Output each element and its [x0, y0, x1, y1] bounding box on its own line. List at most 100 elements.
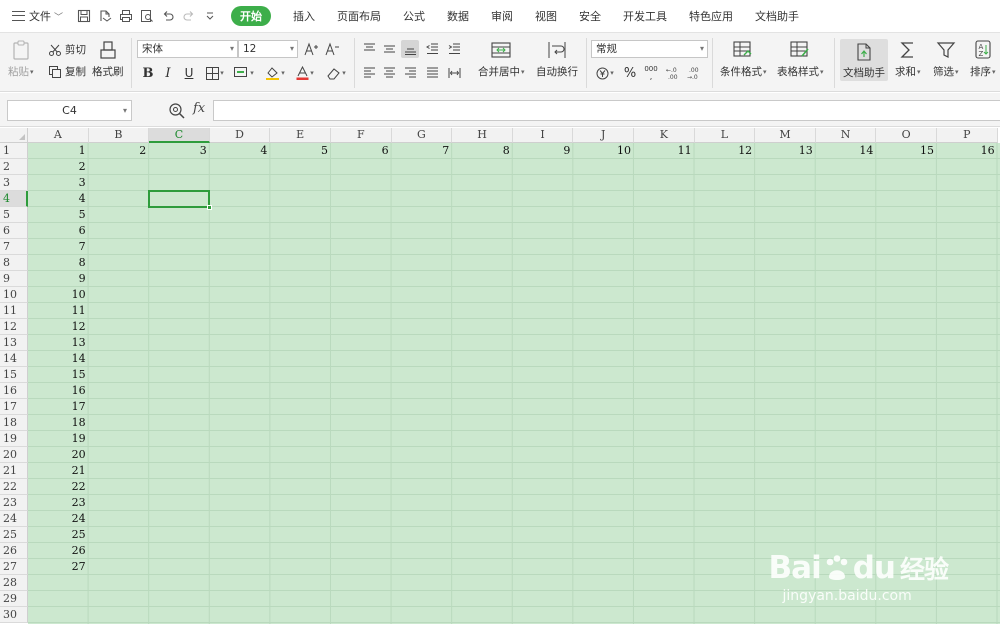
thousands-separator-button[interactable]: 000,	[642, 64, 660, 82]
cell-a8[interactable]: 8	[28, 255, 89, 271]
column-header-l[interactable]: L	[694, 128, 756, 143]
align-bottom-icon[interactable]	[401, 40, 419, 58]
merge-center-button[interactable]: 合并居中 ▾	[478, 39, 525, 79]
cell-k1[interactable]: 11	[634, 143, 695, 159]
font-size-select[interactable]: 12 ▾	[238, 40, 298, 58]
row-header-4[interactable]: 4	[0, 191, 28, 207]
cell-m1[interactable]: 13	[755, 143, 816, 159]
row-header-16[interactable]: 16	[0, 383, 28, 399]
justify-icon[interactable]	[423, 64, 441, 82]
row-header-2[interactable]: 2	[0, 159, 28, 175]
redo-icon[interactable]	[178, 5, 199, 27]
sum-button[interactable]: 求和 ▾	[895, 39, 921, 79]
column-header-f[interactable]: F	[331, 128, 392, 143]
currency-button[interactable]: ▾	[593, 64, 617, 82]
tab-doc-assistant[interactable]: 文档助手	[744, 0, 810, 32]
column-header-m[interactable]: M	[755, 128, 816, 143]
decrease-font-size-button[interactable]	[323, 40, 341, 58]
undo-icon[interactable]	[157, 5, 178, 27]
cell-a1[interactable]: 1	[28, 143, 89, 159]
cell-p1[interactable]: 16	[937, 143, 998, 159]
align-center-icon[interactable]	[380, 64, 398, 82]
row-header-3[interactable]: 3	[0, 175, 28, 191]
tab-page-layout[interactable]: 页面布局	[326, 0, 392, 32]
cell-a24[interactable]: 24	[28, 511, 89, 527]
cell-a25[interactable]: 25	[28, 527, 89, 543]
cell-b1[interactable]: 2	[89, 143, 150, 159]
font-name-select[interactable]: 宋体 ▾	[137, 40, 238, 58]
number-format-select[interactable]: 常规 ▾	[591, 40, 708, 58]
row-header-20[interactable]: 20	[0, 447, 28, 463]
cell-a23[interactable]: 23	[28, 495, 89, 511]
cell-i1[interactable]: 9	[513, 143, 574, 159]
zoom-search-icon[interactable]	[168, 102, 186, 120]
font-color-button[interactable]: ▾	[293, 64, 317, 82]
column-header-a[interactable]: A	[28, 128, 89, 143]
cell-a10[interactable]: 10	[28, 287, 89, 303]
active-cell-selection[interactable]	[148, 190, 212, 210]
doc-assistant-button[interactable]: 文档助手	[840, 39, 888, 81]
row-header-23[interactable]: 23	[0, 495, 28, 511]
cell-n1[interactable]: 14	[816, 143, 877, 159]
row-header-5[interactable]: 5	[0, 207, 28, 223]
percent-button[interactable]: %	[621, 64, 639, 82]
cut-button[interactable]: 剪切	[48, 42, 86, 57]
underline-icon[interactable]: U	[180, 64, 198, 82]
column-header-e[interactable]: E	[270, 128, 331, 143]
italic-icon[interactable]: I	[159, 64, 177, 82]
cell-a4[interactable]: 4	[28, 191, 89, 207]
cell-a21[interactable]: 21	[28, 463, 89, 479]
cell-a20[interactable]: 20	[28, 447, 89, 463]
column-header-p[interactable]: P	[937, 128, 998, 143]
column-header-c[interactable]: C	[149, 128, 210, 143]
increase-font-size-button[interactable]	[302, 40, 320, 58]
column-header-h[interactable]: H	[452, 128, 513, 143]
row-header-9[interactable]: 9	[0, 271, 28, 287]
wrap-text-button[interactable]: 自动换行	[536, 39, 578, 79]
cell-a9[interactable]: 9	[28, 271, 89, 287]
select-all-corner[interactable]	[0, 128, 28, 143]
align-right-icon[interactable]	[401, 64, 419, 82]
cell-a19[interactable]: 19	[28, 431, 89, 447]
row-header-26[interactable]: 26	[0, 543, 28, 559]
row-header-15[interactable]: 15	[0, 367, 28, 383]
filter-button[interactable]: 筛选 ▾	[933, 39, 959, 79]
fill-handle[interactable]	[206, 205, 212, 210]
column-header-g[interactable]: G	[391, 128, 453, 143]
column-header-b[interactable]: B	[88, 128, 150, 143]
row-header-18[interactable]: 18	[0, 415, 28, 431]
column-header-n[interactable]: N	[815, 128, 877, 143]
conditional-format-button[interactable]: 条件格式 ▾	[720, 39, 767, 79]
tab-special-apps[interactable]: 特色应用	[678, 0, 744, 32]
increase-decimal-icon[interactable]: ←.0.00	[665, 64, 683, 82]
tab-developer[interactable]: 开发工具	[612, 0, 678, 32]
cell-a18[interactable]: 18	[28, 415, 89, 431]
file-menu[interactable]: 文件 ﹀	[0, 5, 69, 27]
cell-a2[interactable]: 2	[28, 159, 89, 175]
row-header-14[interactable]: 14	[0, 351, 28, 367]
borders-button[interactable]: ▾	[203, 64, 227, 82]
cell-c1[interactable]: 3	[149, 143, 210, 159]
paste-button[interactable]: 粘贴 ▾	[8, 39, 34, 79]
row-header-19[interactable]: 19	[0, 431, 28, 447]
row-header-28[interactable]: 28	[0, 575, 28, 591]
cell-g1[interactable]: 7	[392, 143, 453, 159]
cell-a7[interactable]: 7	[28, 239, 89, 255]
print-preview-icon[interactable]	[136, 5, 157, 27]
tab-view[interactable]: 视图	[524, 0, 568, 32]
align-top-icon[interactable]	[360, 40, 378, 58]
cells-area[interactable]: 1 2 3 4 5 6 7 8 9 10 11 12 13 14 15 16 2 3 4 5 6 7 8 9 10 11 12 13 1…	[28, 143, 1000, 624]
row-header-12[interactable]: 12	[0, 319, 28, 335]
row-header-29[interactable]: 29	[0, 591, 28, 607]
cell-e1[interactable]: 5	[270, 143, 331, 159]
formula-input[interactable]	[213, 100, 1000, 121]
row-header-6[interactable]: 6	[0, 223, 28, 239]
cell-a11[interactable]: 11	[28, 303, 89, 319]
row-header-10[interactable]: 10	[0, 287, 28, 303]
cell-a26[interactable]: 26	[28, 543, 89, 559]
cell-a3[interactable]: 3	[28, 175, 89, 191]
row-header-11[interactable]: 11	[0, 303, 28, 319]
customize-toolbar-icon[interactable]	[199, 5, 220, 27]
row-header-21[interactable]: 21	[0, 463, 28, 479]
format-painter-button[interactable]: 格式刷	[92, 39, 124, 79]
